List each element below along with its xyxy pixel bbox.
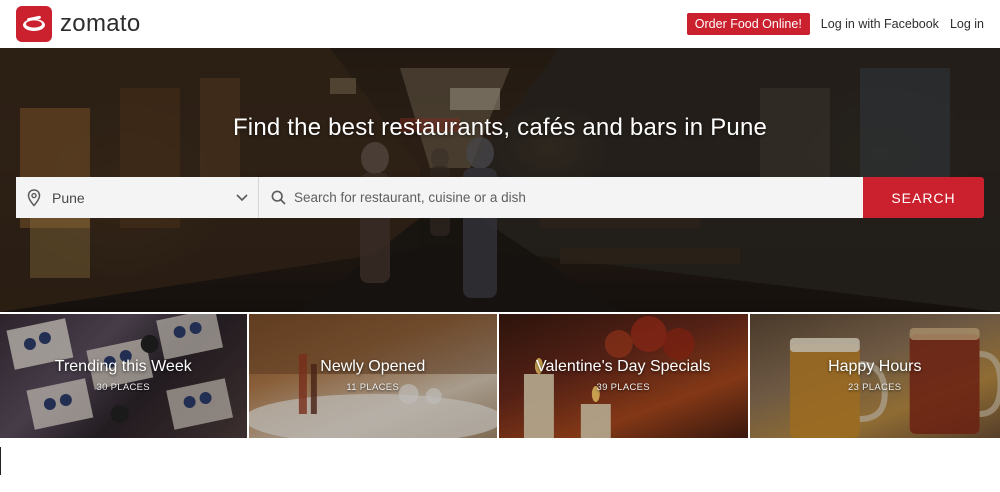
collection-count: 30 PLACES [96, 382, 150, 393]
page-edge-divider [0, 447, 1, 475]
login-link[interactable]: Log in [950, 17, 984, 31]
card-overlay [248, 314, 497, 438]
zomato-logo[interactable]: zomato [16, 6, 141, 42]
search-field [259, 177, 863, 218]
collection-card-valentines[interactable]: Valentine's Day Specials 39 PLACES [499, 314, 748, 438]
card-overlay [499, 314, 748, 438]
zomato-logo-icon [16, 6, 52, 42]
card-overlay [0, 314, 247, 438]
collections-strip: Trending this Week 30 PLACES Newly Opene… [0, 314, 1000, 438]
top-navbar: zomato Order Food Online! Log in with Fa… [0, 0, 1000, 48]
collection-title: Valentine's Day Specials [536, 358, 711, 375]
collection-count: 23 PLACES [848, 382, 902, 393]
search-button[interactable]: SEARCH [863, 177, 984, 218]
collection-card-happy-hours[interactable]: Happy Hours 23 PLACES [749, 314, 1000, 438]
hero-banner: Find the best restaurants, cafés and bar… [0, 48, 1000, 312]
chevron-down-icon [235, 190, 249, 204]
collection-title: Trending this Week [54, 358, 192, 375]
location-dropdown[interactable]: Pune [16, 177, 259, 218]
hero-title: Find the best restaurants, cafés and bar… [232, 114, 768, 141]
card-overlay [749, 314, 1000, 438]
collection-count: 11 PLACES [346, 382, 400, 393]
search-bar: Pune SEARCH [16, 177, 984, 218]
location-pin-icon [27, 188, 41, 207]
search-icon [271, 190, 286, 205]
collection-title: Newly Opened [320, 358, 426, 375]
collection-card-trending[interactable]: Trending this Week 30 PLACES [0, 314, 247, 438]
facebook-login-link[interactable]: Log in with Facebook [821, 17, 939, 31]
order-food-online-button[interactable]: Order Food Online! [686, 13, 810, 35]
search-input[interactable] [294, 190, 854, 205]
collection-card-newly-opened[interactable]: Newly Opened 11 PLACES [248, 314, 497, 438]
nav-links: Order Food Online! Log in with Facebook … [686, 0, 984, 48]
zomato-wordmark: zomato [60, 10, 141, 37]
collection-title: Happy Hours [828, 358, 922, 375]
location-value: Pune [52, 189, 85, 206]
collection-count: 39 PLACES [596, 382, 650, 393]
